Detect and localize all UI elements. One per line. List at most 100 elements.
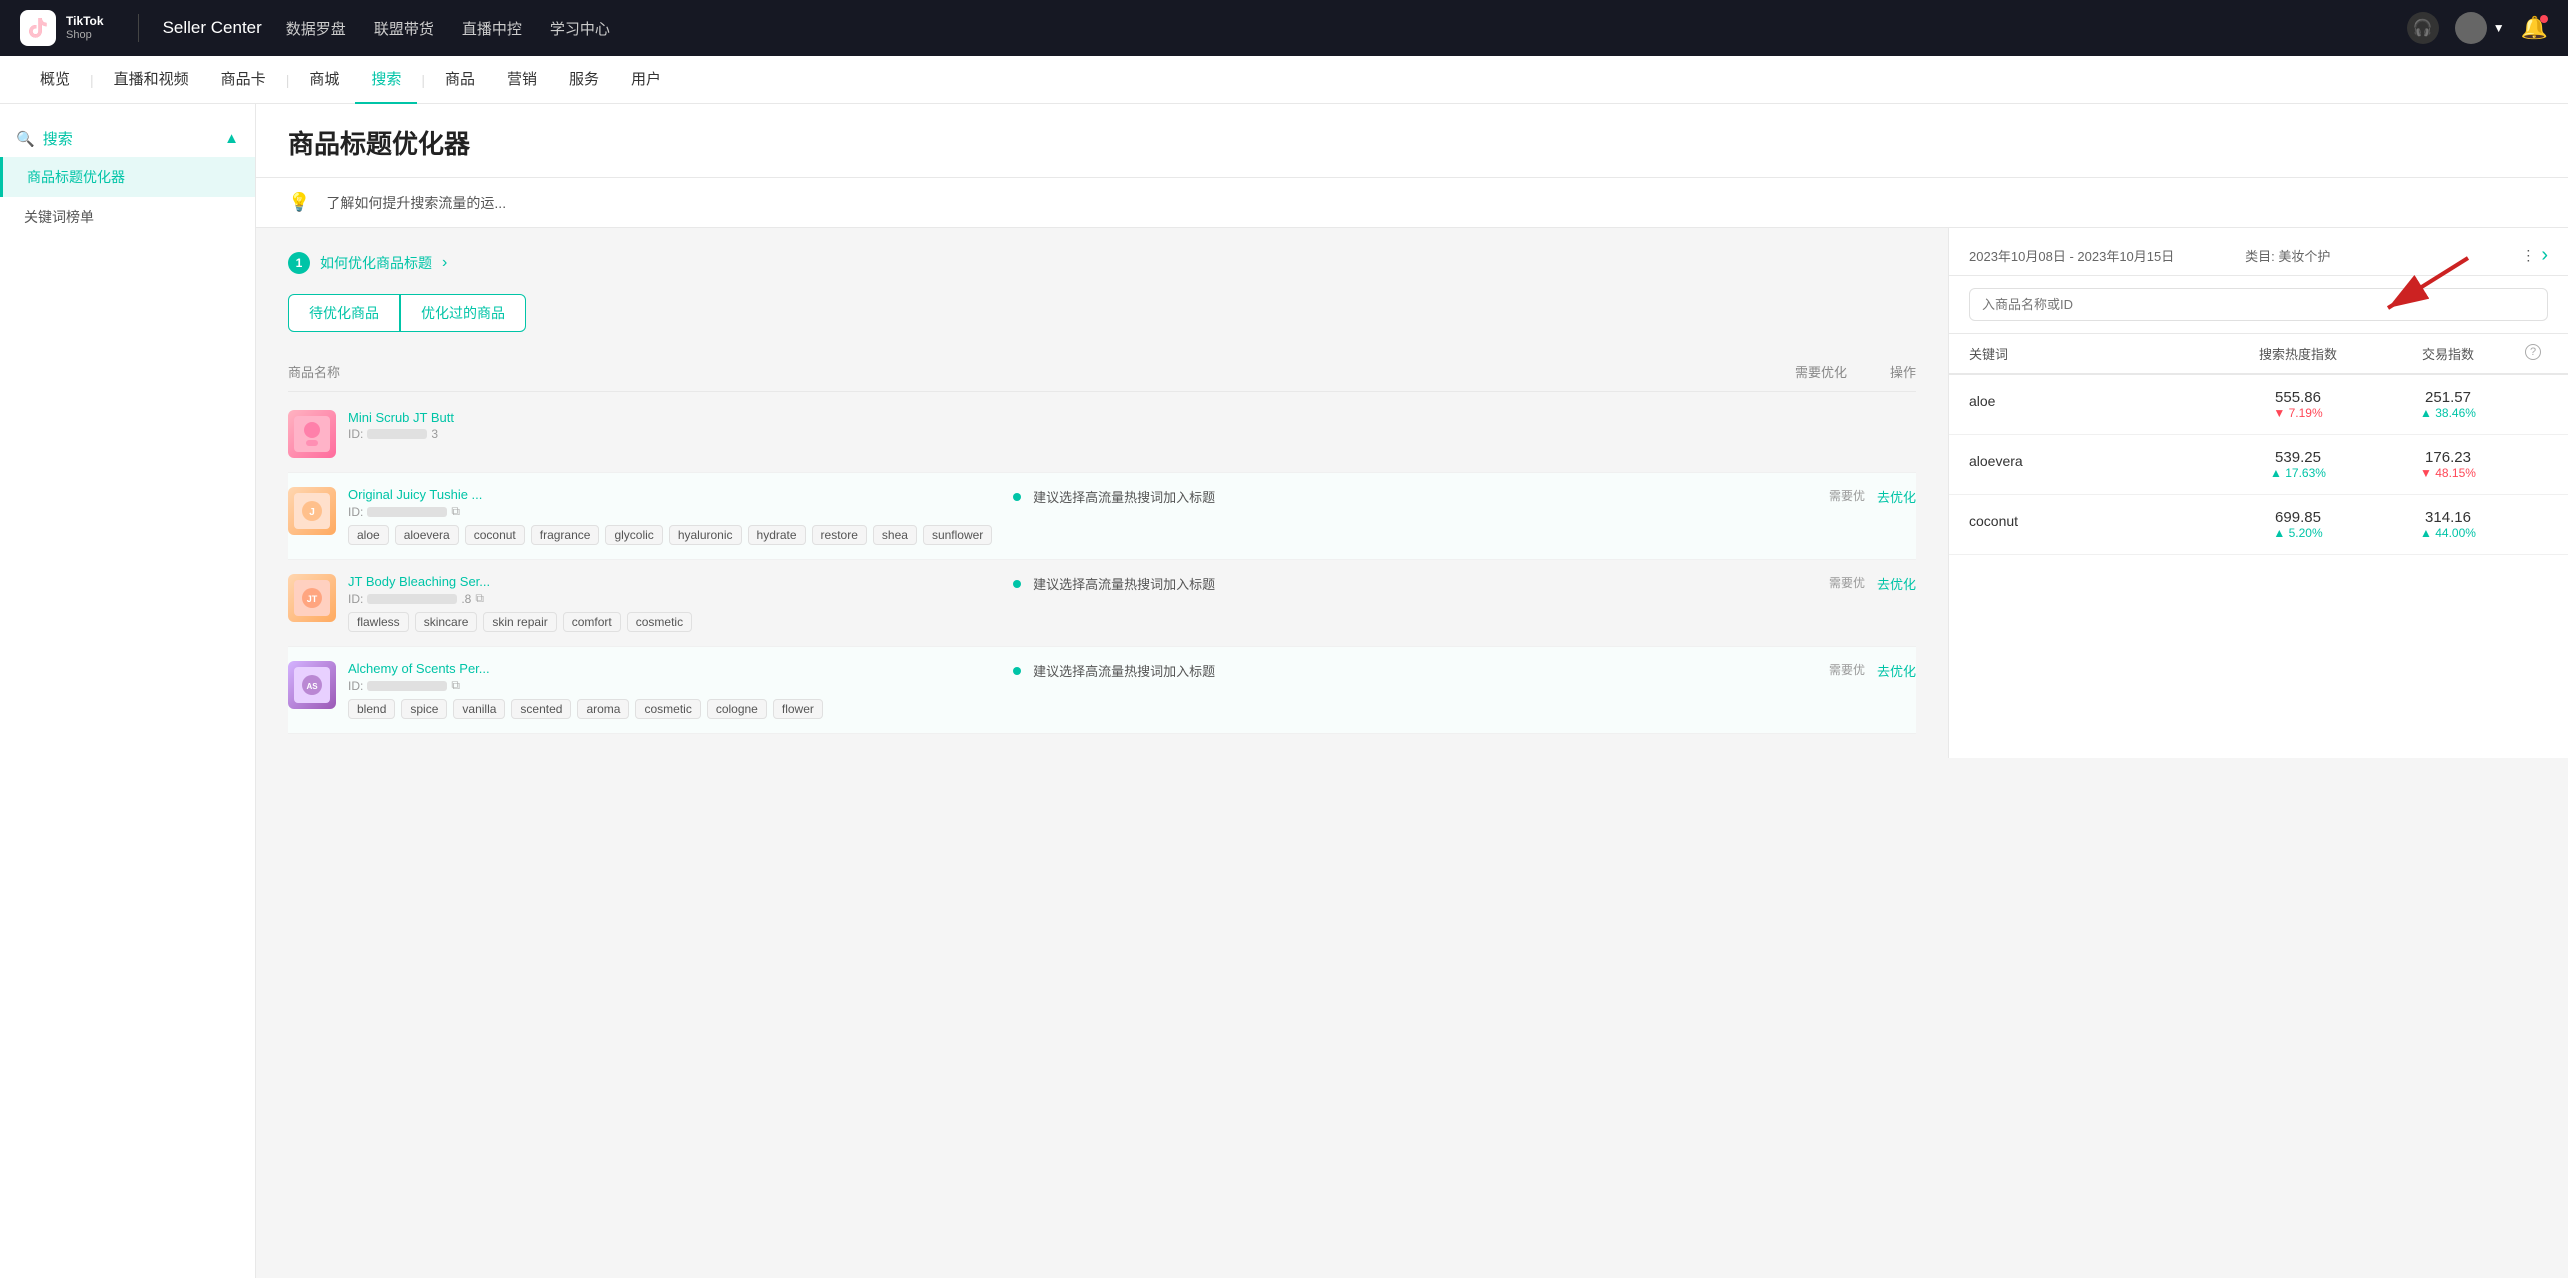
- kw-tag-cosmetic[interactable]: cosmetic: [627, 612, 692, 632]
- kw-header-trade-index: 交易指数: [2378, 344, 2518, 363]
- product-name-1[interactable]: Mini Scrub JT Butt: [348, 410, 1916, 425]
- product-thumb-3: JT: [288, 574, 336, 622]
- kw-tag-comfort[interactable]: comfort: [563, 612, 621, 632]
- nav-link-learn[interactable]: 学习中心: [550, 18, 610, 39]
- kw-trade-val-aloe: 251.57 ▲ 38.46%: [2378, 389, 2518, 420]
- nav-item-service[interactable]: 服务: [553, 56, 615, 104]
- tab-optimized[interactable]: 优化过的商品: [400, 294, 526, 332]
- product-name-3[interactable]: JT Body Bleaching Ser...: [348, 574, 1001, 589]
- advice-text-2: 建议选择高流量热搜词加入标题: [1033, 487, 1817, 506]
- step-link[interactable]: 如何优化商品标题: [320, 253, 432, 273]
- kw-trade-val-aloevera: 176.23 ▼ 48.15%: [2378, 449, 2518, 480]
- kw-tag-skincare[interactable]: skincare: [415, 612, 478, 632]
- kw-date-range: 2023年10月08日 - 2023年10月15日: [1969, 246, 2233, 265]
- kw-tag-shea[interactable]: shea: [873, 525, 917, 545]
- kw-search-val-coconut: 699.85 ▲ 5.20%: [2218, 509, 2378, 540]
- kw-tag-cologne[interactable]: cologne: [707, 699, 767, 719]
- kw-tag-cosmetic-4[interactable]: cosmetic: [635, 699, 700, 719]
- advice-text-4: 建议选择高流量热搜词加入标题: [1033, 661, 1817, 680]
- optimize-link-2[interactable]: 去优化: [1877, 487, 1916, 506]
- need-text-4: 需要优: [1829, 661, 1865, 678]
- bulb-icon: 💡: [288, 192, 310, 213]
- info-bar: 💡 了解如何提升搜索流量的运...: [256, 178, 2568, 228]
- seller-center-label: Seller Center: [163, 18, 262, 38]
- logo-area[interactable]: TikTok Shop: [20, 10, 104, 46]
- optimize-link-4[interactable]: 去优化: [1877, 661, 1916, 680]
- kw-tag-vanilla[interactable]: vanilla: [453, 699, 505, 719]
- kw-tag-hydrate[interactable]: hydrate: [748, 525, 806, 545]
- nav-item-goods[interactable]: 商品: [429, 56, 491, 104]
- svg-text:AS: AS: [306, 682, 318, 691]
- copy-icon-4[interactable]: ⧉: [451, 678, 460, 693]
- sidebar-item-keyword-list[interactable]: 关键词榜单: [0, 197, 255, 237]
- logo-text: TikTok Shop: [66, 14, 104, 42]
- nav-item-product-card[interactable]: 商品卡: [205, 56, 282, 104]
- nav-item-live-video[interactable]: 直播和视频: [98, 56, 205, 104]
- main-content: 商品标题优化器 💡 了解如何提升搜索流量的运... 1 如何优化商品标题 › 待…: [256, 104, 2568, 1278]
- header-need-optimize: 需要优化: [1786, 362, 1856, 381]
- chevron-right-icon[interactable]: ›: [2541, 244, 2548, 267]
- id-placeholder-3: [367, 594, 457, 604]
- copy-icon-2[interactable]: ⧉: [451, 504, 460, 519]
- product-name-4[interactable]: Alchemy of Scents Per...: [348, 661, 1001, 676]
- kw-tag-flower[interactable]: flower: [773, 699, 823, 719]
- kw-search-val-aloe: 555.86 ▼ 7.19%: [2218, 389, 2378, 420]
- user-avatar-area[interactable]: ▼: [2455, 12, 2505, 44]
- nav-item-mall[interactable]: 商城: [293, 56, 355, 104]
- sidebar-item-title-optimizer[interactable]: 商品标题优化器: [0, 157, 255, 197]
- kw-tag-fragrance[interactable]: fragrance: [531, 525, 600, 545]
- kw-search-val-aloevera: 539.25 ▲ 17.63%: [2218, 449, 2378, 480]
- chevron-down-icon[interactable]: ▼: [2493, 21, 2505, 35]
- kw-tag-glycolic[interactable]: glycolic: [605, 525, 662, 545]
- product-id-1: ID: 3: [348, 427, 1916, 441]
- product-id-2: ID: ⧉: [348, 504, 1001, 519]
- notification-button[interactable]: 🔔: [2521, 15, 2548, 41]
- kw-tag-blend[interactable]: blend: [348, 699, 395, 719]
- kw-more-icon: ⋮: [2521, 247, 2535, 264]
- kw-tag-sunflower[interactable]: sunflower: [923, 525, 992, 545]
- product-info-1: Mini Scrub JT Butt ID: 3: [348, 410, 1916, 441]
- question-icon[interactable]: ?: [2525, 344, 2541, 360]
- kw-row-aloevera: aloevera 539.25 ▲ 17.63% 176.23 ▼ 48.15%: [1949, 435, 2568, 495]
- product-name-2[interactable]: Original Juicy Tushie ...: [348, 487, 1001, 502]
- sidebar-section-search[interactable]: 🔍 搜索 ▲: [0, 120, 255, 157]
- optimize-link-3[interactable]: 去优化: [1877, 574, 1916, 593]
- nav-item-marketing[interactable]: 营销: [491, 56, 553, 104]
- product-row-3: JT JT Body Bleaching Ser... ID: .8 ⧉ fla…: [288, 560, 1916, 647]
- product-search-input[interactable]: [1969, 288, 2548, 321]
- kw-tag-flawless[interactable]: flawless: [348, 612, 409, 632]
- nav-link-live[interactable]: 直播中控: [462, 18, 522, 39]
- header-keywords: [645, 362, 1358, 381]
- nav-item-search[interactable]: 搜索: [355, 56, 417, 104]
- kw-tag-skin-repair[interactable]: skin repair: [483, 612, 556, 632]
- nav-link-data[interactable]: 数据罗盘: [286, 18, 346, 39]
- kw-tag-aloevera[interactable]: aloevera: [395, 525, 459, 545]
- kw-tag-hyaluronic[interactable]: hyaluronic: [669, 525, 742, 545]
- search-icon: 🔍: [16, 130, 35, 148]
- kw-tag-restore[interactable]: restore: [812, 525, 867, 545]
- dot-indicator-4: [1013, 667, 1021, 675]
- product-id-3: ID: .8 ⧉: [348, 591, 1001, 606]
- nav-link-affiliate[interactable]: 联盟带货: [374, 18, 434, 39]
- product-row-4: AS Alchemy of Scents Per... ID: ⧉ blend …: [288, 647, 1916, 734]
- kw-trade-val-coconut: 314.16 ▲ 44.00%: [2378, 509, 2518, 540]
- kw-name-coconut: coconut: [1969, 509, 2218, 529]
- tiktok-logo-icon: [20, 10, 56, 46]
- kw-tag-coconut[interactable]: coconut: [465, 525, 525, 545]
- nav-item-user[interactable]: 用户: [615, 56, 677, 104]
- copy-icon-3[interactable]: ⧉: [475, 591, 484, 606]
- keywords-panel-header: 2023年10月08日 - 2023年10月15日 类目: 美妆个护 ⋮ ›: [1949, 228, 2568, 276]
- nav-item-overview[interactable]: 概览: [24, 56, 86, 104]
- two-panel-area: 1 如何优化商品标题 › 待优化商品 优化过的商品 商品名称 需要优化 操作: [256, 228, 2568, 758]
- kw-row-aloe: aloe 555.86 ▼ 7.19% 251.57 ▲ 38.46%: [1949, 375, 2568, 435]
- kw-tag-spice[interactable]: spice: [401, 699, 447, 719]
- kw-tag-aroma[interactable]: aroma: [577, 699, 629, 719]
- kw-name-aloe: aloe: [1969, 389, 2218, 409]
- kw-category: 类目: 美妆个护: [2245, 246, 2509, 265]
- nav-divider: [138, 14, 139, 42]
- kw-tag-aloe[interactable]: aloe: [348, 525, 389, 545]
- svg-text:JT: JT: [307, 594, 318, 604]
- tab-pending-optimization[interactable]: 待优化商品: [288, 294, 400, 332]
- kw-tag-scented[interactable]: scented: [511, 699, 571, 719]
- headset-button[interactable]: 🎧: [2407, 12, 2439, 44]
